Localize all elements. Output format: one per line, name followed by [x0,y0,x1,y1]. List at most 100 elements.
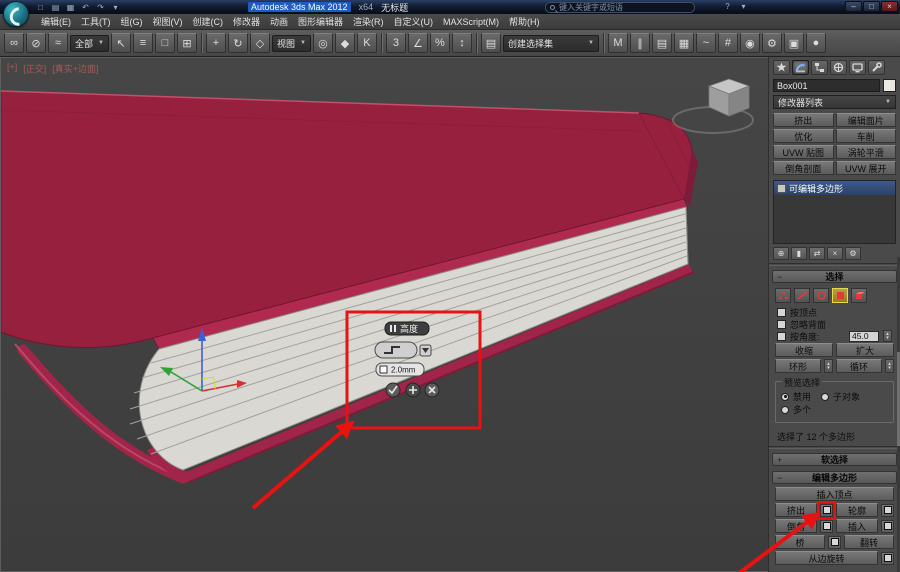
align-icon[interactable]: ∥ [629,33,650,53]
tab-display[interactable] [849,60,866,75]
curve-editor-icon[interactable]: ~ [695,33,716,53]
flip-button[interactable]: 翻转 [844,535,894,549]
make-unique-icon[interactable]: ⇄ [809,247,825,260]
menu-item[interactable]: 编辑(E) [36,13,76,30]
quick-access-dropdown-icon[interactable]: ▾ [109,2,122,13]
polygon-subobject-button[interactable] [832,288,848,303]
layer-manager-icon[interactable]: ▤ [651,33,672,53]
select-and-manipulate-icon[interactable]: ◆ [334,33,355,53]
save-file-icon[interactable]: ▦ [64,2,77,13]
menu-item[interactable]: 图形编辑器 [293,13,348,30]
select-by-name-icon[interactable]: ≡ [132,33,153,53]
vertex-subobject-button[interactable] [775,288,791,303]
object-name-field[interactable]: Box001 [773,79,880,92]
menu-item[interactable]: 工具(T) [76,13,116,30]
bevel-button[interactable]: 倒角 [775,519,817,533]
bind-to-space-warp-icon[interactable]: ≈ [48,33,68,53]
modifier-set-button[interactable]: 编辑面片 [835,113,896,127]
hinge-settings-button[interactable] [881,551,894,565]
named-selection-sets-dropdown[interactable]: 创建选择集 ▼ [502,34,599,52]
new-file-icon[interactable]: □ [34,2,47,13]
angle-spinner[interactable]: ▴ ▾ [883,330,892,342]
caddy-height-field[interactable]: 2.0mm [375,362,425,377]
preview-multiple-radio[interactable]: 多个 [781,403,811,416]
configure-modifier-sets-icon[interactable]: ⚙ [845,247,861,260]
mirror-icon[interactable]: M [607,33,628,53]
bridge-button[interactable]: 桥 [775,535,825,549]
edit-polygons-rollout-header[interactable]: − 编辑多边形 [772,471,897,484]
edit-named-selection-sets-icon[interactable]: ▤ [480,33,501,53]
window-crossing-icon[interactable]: ⊞ [176,33,197,53]
menu-item[interactable]: 创建(C) [188,13,229,30]
stack-item-editable-poly[interactable]: 可编辑多边形 [774,181,895,195]
community-dropdown-icon[interactable]: ▾ [737,1,750,12]
menu-item[interactable]: 修改器 [228,13,265,30]
ring-spinner[interactable]: ▴ ▾ [824,359,833,373]
ring-button[interactable]: 环形 [775,359,821,373]
tab-modify[interactable] [792,60,809,75]
menu-item[interactable]: MAXScript(M) [438,15,504,29]
material-editor-icon[interactable]: ◉ [739,33,760,53]
tab-create[interactable] [773,60,790,75]
tab-hierarchy[interactable] [811,60,828,75]
infocenter-search[interactable]: 键入关键字或短语 [545,2,695,13]
modifier-set-button[interactable]: 倒角剖面 [773,161,834,175]
menu-item[interactable]: 自定义(U) [389,13,439,30]
keyboard-override-icon[interactable]: K [356,33,377,53]
modifier-set-button[interactable]: UVW 展开 [835,161,896,175]
select-and-link-icon[interactable]: ∞ [4,33,24,53]
modifier-list-dropdown[interactable]: 修改器列表 ▼ [773,95,896,109]
by-angle-checkbox[interactable] [777,331,786,341]
viewport-canvas[interactable]: 高度 2.0mm [1,58,767,571]
menu-item[interactable]: 视图(V) [148,13,188,30]
open-file-icon[interactable]: ▤ [49,2,62,13]
bridge-settings-button[interactable] [828,535,841,549]
menu-item[interactable]: 动画 [265,13,293,30]
loop-spinner[interactable]: ▴ ▾ [885,359,894,373]
menu-item[interactable]: 组(G) [116,13,148,30]
caddy-dropdown-button[interactable] [419,344,432,357]
caddy-apply-button[interactable] [405,382,421,398]
soft-selection-rollout-header[interactable]: + 软选择 [772,453,897,466]
redo-icon[interactable]: ↷ [94,2,107,13]
use-pivot-center-icon[interactable]: ◎ [312,33,333,53]
selection-filter-dropdown[interactable]: 全部 ▼ [70,34,109,52]
element-subobject-button[interactable] [851,288,867,303]
show-end-result-icon[interactable]: ▮ [791,247,807,260]
modifier-set-button[interactable]: UVW 贴图 [773,145,834,159]
menu-item[interactable]: 渲染(R) [348,13,389,30]
viewcube[interactable] [672,78,754,134]
caddy-cancel-button[interactable] [424,382,440,398]
menu-item[interactable]: 帮助(H) [504,13,545,30]
extrude-settings-button[interactable] [817,500,836,520]
snaps-toggle-3d-icon[interactable]: 3 [385,33,406,53]
book-model[interactable] [1,90,698,484]
remove-modifier-icon[interactable]: × [827,247,843,260]
viewport-menu-shading[interactable]: [真实+边面] [52,62,98,75]
percent-snap-icon[interactable]: % [429,33,450,53]
shrink-button[interactable]: 收缩 [775,343,833,357]
close-button[interactable]: × [881,1,898,12]
caddy-ok-button[interactable] [385,382,401,398]
border-subobject-button[interactable] [813,288,829,303]
pin-stack-icon[interactable]: ⊕ [773,247,789,260]
object-color-swatch[interactable] [883,79,896,92]
select-and-scale-icon[interactable]: ◇ [249,33,270,53]
rendered-frame-icon[interactable]: ▣ [783,33,804,53]
angle-value-field[interactable]: 45.0 [849,330,879,342]
undo-icon[interactable]: ↶ [79,2,92,13]
select-and-rotate-icon[interactable]: ↻ [227,33,248,53]
viewport-menu-pov[interactable]: [正交] [23,62,46,75]
outline-button[interactable]: 轮廓 [836,503,878,517]
angle-snap-icon[interactable]: ∠ [407,33,428,53]
modifier-set-button[interactable]: 车削 [835,129,896,143]
grow-button[interactable]: 扩大 [836,343,894,357]
render-setup-icon[interactable]: ⚙ [761,33,782,53]
preview-subobj-radio[interactable]: 子对象 [821,390,860,403]
insert-vertex-button[interactable]: 插入顶点 [775,487,894,501]
modifier-set-button[interactable]: 挤出 [773,113,834,127]
edge-subobject-button[interactable] [794,288,810,303]
modifier-stack[interactable]: 可编辑多边形 [773,180,896,244]
inset-button[interactable]: 插入 [836,519,878,533]
tab-utilities[interactable] [868,60,885,75]
